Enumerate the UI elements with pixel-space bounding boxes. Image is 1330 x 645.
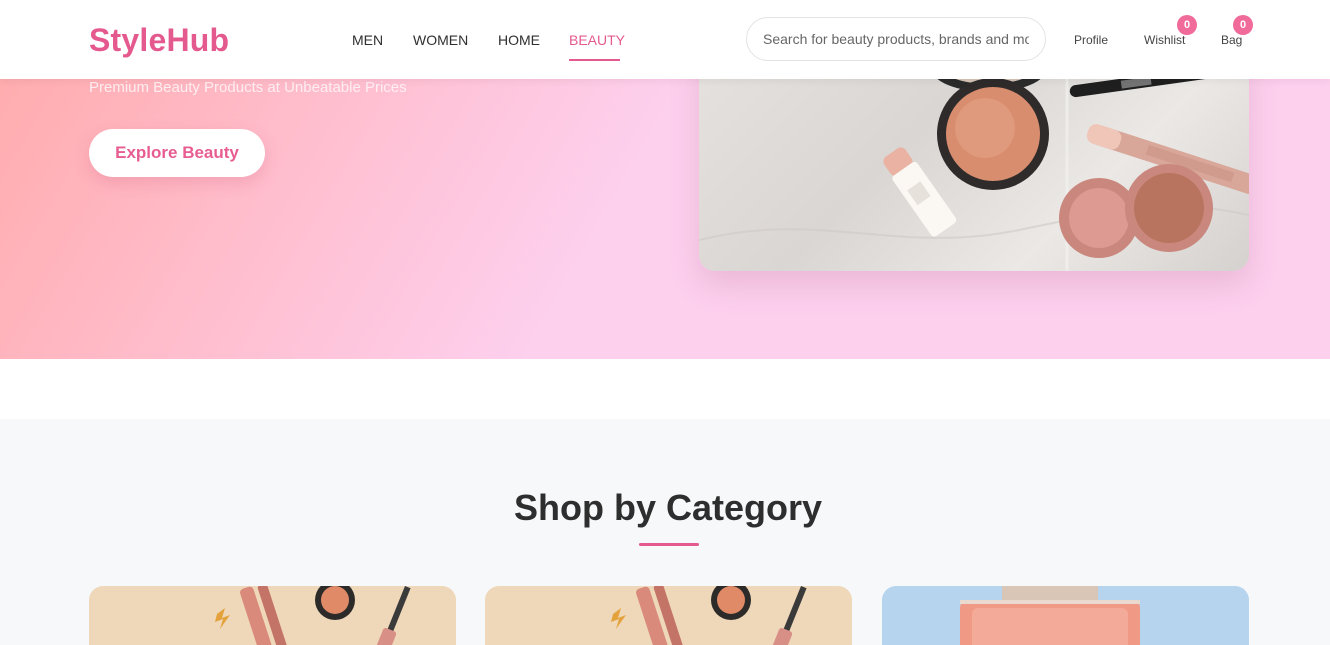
profile-link[interactable]: Profile [1074,33,1108,47]
bag-link[interactable]: Bag [1221,33,1242,47]
nav-item-men[interactable]: MEN [352,32,383,48]
category-card-fragrance[interactable] [882,586,1249,645]
hero-subtitle: Premium Beauty Products at Unbeatable Pr… [89,79,407,96]
bag-count-badge: 0 [1233,15,1253,35]
category-card-makeup-2[interactable] [485,586,852,645]
title-underline [639,543,699,546]
category-section-title: Shop by Category [513,487,823,528]
nav-active-indicator [569,59,620,61]
category-card-makeup-1[interactable] [89,586,456,645]
nav-item-home[interactable]: HOME [498,32,540,48]
explore-beauty-button[interactable]: Explore Beauty [89,129,265,177]
site-header: StyleHub MEN WOMEN HOME BEAUTY Profile W… [0,0,1330,79]
wishlist-count-badge: 0 [1177,15,1197,35]
stylehub-logo[interactable]: StyleHub [89,22,229,59]
nav-item-women[interactable]: WOMEN [413,32,468,48]
wishlist-link[interactable]: Wishlist [1144,33,1185,47]
search-input[interactable] [746,17,1046,61]
nav-item-beauty[interactable]: BEAUTY [569,32,625,48]
